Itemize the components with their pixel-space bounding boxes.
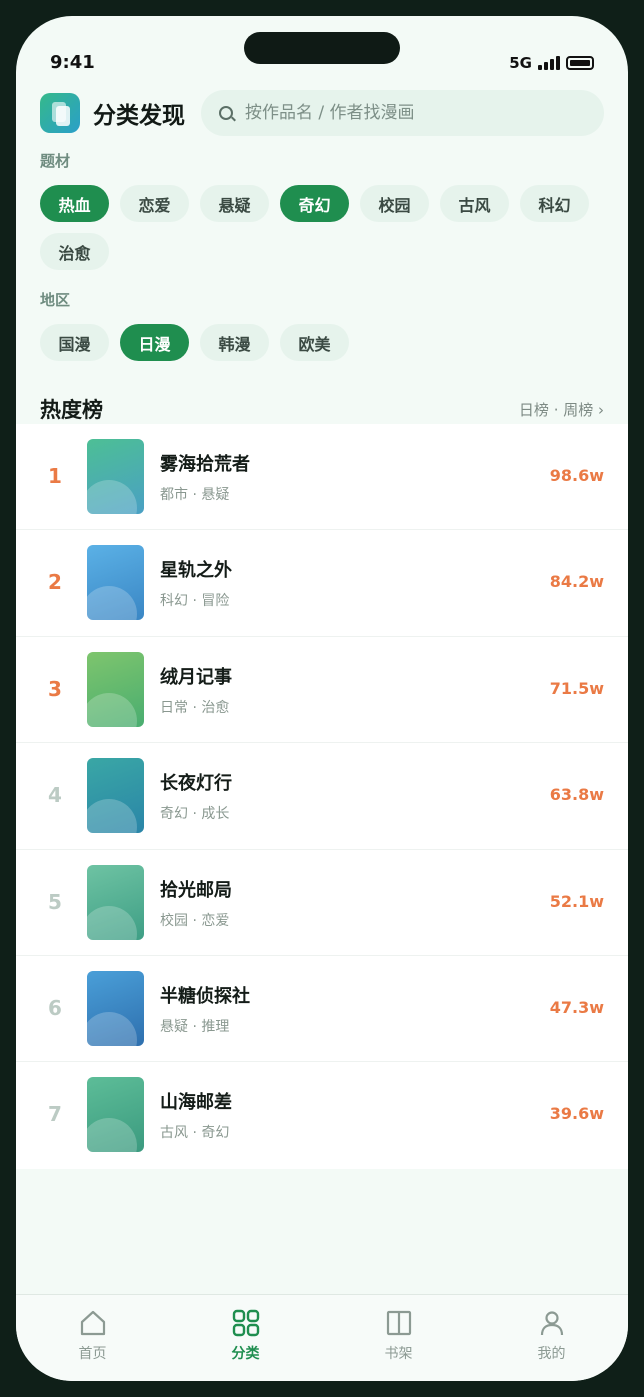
heat-value: 71.5w [549,678,604,698]
tab-label: 分类 [231,1346,260,1362]
book-tags: 校园 · 恋爱 [160,912,230,929]
app-logo-icon [40,93,80,133]
genre-label: 题材 [40,152,71,170]
network-label: 5G [509,54,532,72]
tab-bar: 首页 分类 书架 我的 [16,1294,628,1381]
ranking-row[interactable]: 1 雾海拾荒者 都市 · 悬疑 98.6w [16,424,628,531]
heat-value: 39.6w [549,1104,604,1124]
genre-chip[interactable]: 科幻 [520,185,589,222]
search-icon [219,106,233,120]
book-cover [87,651,144,727]
book-tags: 奇幻 · 成长 [160,806,230,823]
tab-label: 我的 [537,1346,566,1362]
heat-value: 98.6w [549,466,604,485]
book-cover [87,970,144,1046]
book-cover [87,439,144,514]
book-title: 半糖侦探社 [160,985,250,1007]
rank-number: 3 [48,676,62,701]
user-icon [540,1311,563,1336]
search-input[interactable] [245,103,545,123]
ranking-row[interactable]: 4 长夜灯行 奇幻 · 成长 63.8w [16,743,628,850]
ranking-row[interactable]: 7 山海邮差 古风 · 奇幻 39.6w [16,1062,628,1168]
region-chip[interactable]: 日漫 [120,324,189,361]
genre-chip[interactable]: 奇幻 [280,185,349,222]
heat-value: 84.2w [549,572,604,592]
book-title: 星轨之外 [160,560,232,582]
tab-label: 首页 [78,1346,107,1362]
battery-icon [566,56,594,70]
ranking-row[interactable]: 2 星轨之外 科幻 · 冒险 84.2w [16,530,628,637]
book-cover [87,864,144,940]
genre-chip[interactable]: 校园 [360,185,429,222]
rank-number: 2 [48,570,62,595]
ranking-title: 热度榜 [40,398,103,422]
genre-chip[interactable]: 古风 [440,185,509,222]
rank-number: 6 [48,995,62,1020]
ranking-period-switch[interactable]: 日榜 · 周榜 › [519,399,604,420]
genre-chips: 热血 恋爱 悬疑 奇幻 校园 古风 科幻 治愈 [40,185,610,270]
book-tags: 科幻 · 冒险 [160,593,230,610]
search-bar[interactable] [201,90,604,136]
home-icon [80,1310,105,1336]
region-label: 地区 [40,291,71,309]
book-title: 绒月记事 [160,666,232,688]
book-title: 拾光邮局 [160,879,232,901]
status-bar: 9:41 5G [16,16,628,90]
rank-number: 4 [48,783,62,808]
book-cover [87,1077,144,1153]
book-title: 长夜灯行 [160,773,232,795]
rank-number: 5 [48,889,62,914]
book-tags: 日常 · 治愈 [160,699,230,716]
grid-icon [232,1309,259,1337]
ranking-row[interactable]: 6 半糖侦探社 悬疑 · 推理 47.3w [16,956,628,1063]
tab-category[interactable]: 分类 [169,1295,322,1381]
heat-value: 52.1w [549,891,604,911]
ranking-header: 热度榜 日榜 · 周榜 › [40,394,604,424]
region-chip[interactable]: 欧美 [280,324,349,361]
heat-value: 47.3w [549,997,604,1017]
tab-profile[interactable]: 我的 [475,1295,628,1381]
book-tags: 古风 · 奇幻 [160,1125,230,1142]
book-cover [87,545,144,621]
signal-icon [538,56,560,70]
book-title: 山海邮差 [160,1092,232,1114]
genre-chip[interactable]: 恋爱 [120,185,189,222]
tab-home[interactable]: 首页 [16,1295,169,1381]
heat-value: 63.8w [549,785,604,805]
ranking-row[interactable]: 3 绒月记事 日常 · 治愈 71.5w [16,637,628,744]
region-chips: 国漫 日漫 韩漫 欧美 [40,324,610,361]
bookshelf-icon [386,1310,411,1336]
tab-bookshelf[interactable]: 书架 [322,1295,475,1381]
ranking-row[interactable]: 5 拾光邮局 校园 · 恋爱 52.1w [16,850,628,956]
page-title: 分类发现 [93,103,185,129]
book-title: 雾海拾荒者 [160,454,250,475]
ranking-list: 1 雾海拾荒者 都市 · 悬疑 98.6w 2 星轨之外 科幻 · 冒险 84.… [16,424,628,1169]
genre-chip[interactable]: 治愈 [40,233,109,270]
status-time: 9:41 [50,52,95,73]
status-right: 5G [509,54,594,72]
book-tags: 都市 · 悬疑 [160,487,230,503]
phone-screen: 9:41 5G 分类发现 题材 热血 恋爱 悬疑 奇幻 校园 古风 科幻 治愈 … [16,16,628,1381]
header: 分类发现 [40,90,604,136]
region-chip[interactable]: 国漫 [40,324,109,361]
rank-number: 7 [48,1102,62,1127]
genre-chip[interactable]: 热血 [40,185,109,222]
book-cover [87,758,144,834]
genre-chip[interactable]: 悬疑 [200,185,269,222]
rank-number: 1 [48,464,62,488]
region-chip[interactable]: 韩漫 [200,324,269,361]
book-tags: 悬疑 · 推理 [160,1018,230,1035]
tab-label: 书架 [384,1346,413,1362]
